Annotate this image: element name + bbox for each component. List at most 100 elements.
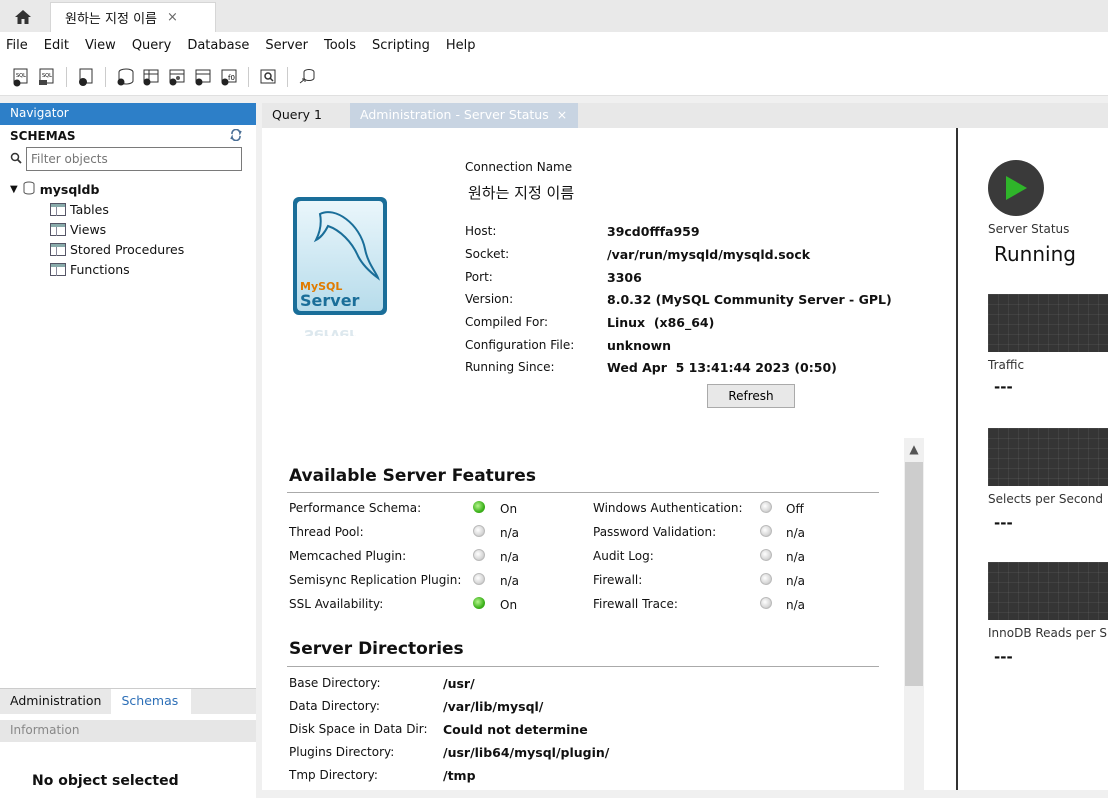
tree-schema-mysqldb[interactable]: ▼ mysqldb (10, 179, 246, 199)
expand-arrow-icon[interactable]: ▼ (10, 184, 18, 195)
tree-item-tables[interactable]: Tables (10, 199, 246, 219)
feature-value: On (500, 502, 518, 516)
directory-value: Could not determine (443, 722, 588, 737)
tab-administration[interactable]: Administration (0, 689, 111, 714)
mysql-server-logo: MySQL Server Server (290, 194, 390, 342)
create-table-icon[interactable] (140, 66, 162, 88)
server-status-value: Running (994, 242, 1076, 266)
tree-item-label: Views (70, 221, 107, 237)
directory-value: /usr/lib64/mysql/plugin/ (443, 745, 610, 760)
refresh-schemas-icon[interactable] (230, 128, 242, 144)
section-title-directories: Server Directories (289, 639, 464, 659)
info-value-compiled-for: Linux (x86_64) (607, 315, 715, 330)
feature-value: Off (786, 502, 804, 516)
info-label-port: Port: (465, 270, 493, 284)
play-icon (988, 160, 1044, 216)
connection-tab[interactable]: 원하는 지정 이름 × (50, 2, 216, 32)
status-led-on-icon (473, 501, 485, 513)
info-value-socket: /var/run/mysqld/mysqld.sock (607, 247, 811, 262)
directory-value: /var/lib/mysql/ (443, 699, 544, 714)
create-function-icon[interactable]: f0 (218, 66, 240, 88)
chevron-up-icon[interactable]: ▲ (904, 442, 924, 456)
section-title-features: Available Server Features (289, 466, 536, 486)
vertical-scrollbar[interactable]: ▲ (904, 438, 924, 790)
feature-value: On (500, 598, 518, 612)
feature-label: Memcached Plugin: (289, 549, 407, 563)
directory-value: /usr/ (443, 676, 475, 691)
menu-file[interactable]: File (0, 38, 38, 53)
directory-label: Base Directory: (289, 676, 381, 690)
new-sql-tab-icon[interactable]: SQL (10, 66, 32, 88)
menu-database[interactable]: Database (181, 38, 259, 53)
scrollbar-thumb[interactable] (905, 462, 923, 686)
tree-item-label: Tables (70, 201, 109, 217)
traffic-graph (988, 294, 1108, 352)
tree-item-views[interactable]: Views (10, 219, 246, 239)
status-led-off-icon (473, 549, 485, 561)
tables-icon (50, 202, 66, 216)
server-status-panel: MySQL Server Server Connection Name 원하는 … (262, 128, 956, 790)
menu-view[interactable]: View (79, 38, 126, 53)
refresh-button[interactable]: Refresh (707, 384, 795, 408)
home-icon[interactable] (8, 5, 38, 29)
status-led-off-icon (760, 525, 772, 537)
menu-server[interactable]: Server (259, 38, 318, 53)
no-object-selected-text: No object selected (32, 773, 179, 789)
navigator-panel: Navigator SCHEMAS ▼ mysqldb Tables Views (0, 103, 256, 798)
feature-value: n/a (786, 550, 806, 564)
menu-query[interactable]: Query (126, 38, 182, 53)
connection-name-value: 원하는 지정 이름 (468, 184, 575, 202)
search-table-data-icon[interactable] (257, 66, 279, 88)
tab-administration-server-status[interactable]: Administration - Server Status × (350, 103, 578, 128)
database-icon (22, 181, 36, 198)
create-procedure-icon[interactable] (192, 66, 214, 88)
feature-label: SSL Availability: (289, 597, 384, 611)
feature-value: n/a (500, 526, 520, 540)
schemas-title: SCHEMAS (10, 129, 76, 143)
close-icon[interactable]: × (167, 10, 178, 25)
info-value-configuration-file: unknown (607, 338, 672, 353)
stored-procedures-icon (50, 242, 66, 256)
information-header: Information (0, 720, 256, 742)
feature-value: n/a (786, 574, 806, 588)
views-icon (50, 222, 66, 236)
metric-label: Selects per Second (988, 492, 1103, 506)
feature-label: Windows Authentication: (593, 501, 743, 515)
schema-tree: ▼ mysqldb Tables Views Stored Procedures… (0, 171, 256, 287)
toolbar-separator (66, 66, 67, 87)
open-sql-file-icon[interactable]: SQL (36, 66, 58, 88)
feature-label: Audit Log: (593, 549, 654, 563)
navigator-header: Navigator (0, 103, 256, 125)
menu-help[interactable]: Help (440, 38, 486, 53)
metric-value: --- (994, 378, 1013, 396)
status-led-off-icon (760, 501, 772, 513)
close-icon[interactable]: × (557, 107, 567, 124)
menu-scripting[interactable]: Scripting (366, 38, 440, 53)
reconnect-icon[interactable] (296, 66, 318, 88)
feature-value: n/a (500, 574, 520, 588)
inspector-icon[interactable] (75, 66, 97, 88)
innodb-reads-graph (988, 562, 1108, 620)
toolbar-separator (287, 66, 288, 87)
filter-objects-input[interactable] (26, 147, 242, 171)
create-view-icon[interactable] (166, 66, 188, 88)
feature-label: Firewall Trace: (593, 597, 678, 611)
menu-edit[interactable]: Edit (38, 38, 79, 53)
navigator-bottom-tabs: Administration Schemas (0, 688, 256, 714)
create-schema-icon[interactable] (114, 66, 136, 88)
tab-query-1[interactable]: Query 1 (262, 103, 350, 128)
schemas-header: SCHEMAS (0, 125, 256, 147)
menu-bar: File Edit View Query Database Server Too… (0, 32, 1108, 58)
tree-item-label: Functions (70, 261, 130, 277)
directory-label: Plugins Directory: (289, 745, 395, 759)
svg-text:f0: f0 (228, 74, 235, 82)
selects-graph (988, 428, 1108, 486)
tree-item-stored-procedures[interactable]: Stored Procedures (10, 239, 246, 259)
menu-tools[interactable]: Tools (318, 38, 366, 53)
tree-item-functions[interactable]: Functions (10, 259, 246, 279)
feature-label: Semisync Replication Plugin: (289, 573, 462, 587)
info-label-version: Version: (465, 292, 514, 306)
tab-schemas[interactable]: Schemas (111, 689, 192, 714)
info-value-port: 3306 (607, 270, 642, 285)
functions-icon (50, 262, 66, 276)
